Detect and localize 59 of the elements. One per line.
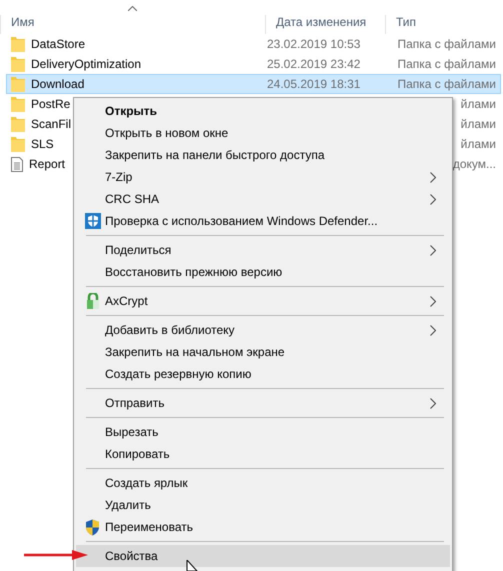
- column-header[interactable]: Имя: [0, 15, 265, 34]
- menu-item[interactable]: Копировать: [76, 443, 450, 465]
- file-date: 24.05.2019 18:31: [266, 77, 362, 91]
- sort-caret-icon: [128, 6, 137, 11]
- menu-item[interactable]: Создать ярлык: [76, 472, 450, 494]
- column-header[interactable]: Дата изменения: [265, 15, 385, 34]
- menu-item[interactable]: Отправить: [76, 392, 450, 414]
- menu-item[interactable]: Вырезать: [76, 421, 450, 443]
- file-type: йлами: [460, 117, 497, 131]
- menu-item[interactable]: Открыть в новом окне: [76, 122, 450, 144]
- file-name: Report: [29, 157, 66, 171]
- folder-icon: [11, 36, 25, 52]
- menu-item[interactable]: Свойства: [76, 545, 450, 567]
- file-name: Download: [31, 77, 84, 91]
- chevron-right-icon: [430, 398, 436, 408]
- menu-item[interactable]: Проверка с использованием Windows Defender...: [76, 210, 450, 232]
- folder-icon: [11, 116, 25, 132]
- menu-item[interactable]: 7-Zip: [76, 166, 450, 188]
- menu-item[interactable]: Поделиться: [76, 239, 450, 261]
- chevron-right-icon: [430, 244, 436, 256]
- file-type: Папка с файлами: [397, 57, 497, 71]
- mouse-pointer-icon: [186, 560, 198, 571]
- padlock-icon: [86, 293, 100, 309]
- chevron-right-icon: [430, 324, 436, 336]
- folder-icon: [11, 76, 25, 92]
- file-name: DataStore: [31, 37, 86, 51]
- file-type: Папка с файлами: [397, 37, 497, 51]
- menu-item[interactable]: Удалить: [76, 494, 450, 516]
- annotation-arrow: [24, 549, 88, 561]
- menu-item[interactable]: Закрепить на панели быстрого доступа: [76, 144, 450, 166]
- menu-item[interactable]: AxCrypt: [76, 290, 450, 312]
- menu-item[interactable]: Создать резервную копию: [76, 363, 450, 385]
- column-header[interactable]: Тип: [385, 15, 503, 34]
- selected-row[interactable]: Download 24.05.2019 18:31 Папка с файлами: [6, 74, 501, 94]
- document-icon: [11, 156, 23, 172]
- shield-icon: [84, 213, 100, 229]
- menu-item[interactable]: CRC SHA: [76, 188, 450, 210]
- file-name: ScanFil: [31, 117, 72, 131]
- menu-item[interactable]: Открыть: [76, 100, 450, 122]
- menu-item[interactable]: Закрепить на начальном экране: [76, 341, 450, 363]
- shield-icon: [85, 518, 100, 536]
- file-date: 23.02.2019 10:53: [266, 37, 362, 51]
- file-type: докум...: [452, 157, 497, 171]
- chevron-right-icon: [430, 172, 436, 182]
- chevron-right-icon: [430, 194, 436, 204]
- menu-item[interactable]: Восстановить прежнюю версию: [76, 261, 450, 283]
- folder-icon: [11, 96, 25, 112]
- folder-icon: [11, 136, 25, 152]
- chevron-right-icon: [430, 296, 436, 306]
- file-name: DeliveryOptimization: [31, 57, 142, 71]
- menu-item[interactable]: Добавить в библиотеку: [76, 319, 450, 341]
- menu-item[interactable]: Переименовать: [76, 516, 450, 538]
- folder-icon: [11, 56, 25, 72]
- file-date: 25.02.2019 23:42: [266, 57, 362, 71]
- file-type: Папка с файлами: [397, 77, 497, 91]
- file-type: йлами: [460, 137, 497, 151]
- file-type: йлами: [460, 97, 497, 111]
- file-name: PostRe: [31, 97, 70, 111]
- file-name: SLS: [31, 137, 54, 151]
